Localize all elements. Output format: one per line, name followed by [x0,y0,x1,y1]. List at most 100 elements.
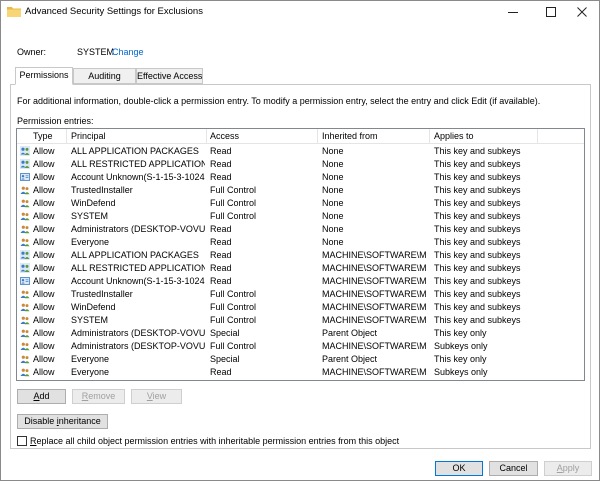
column-divider[interactable] [317,129,318,143]
group-users-icon [20,250,30,260]
column-header-applies-to[interactable]: Applies to [434,131,474,141]
row-type: Allow [33,172,55,182]
column-divider[interactable] [66,129,67,143]
row-applies-to: This key only [434,328,487,338]
column-header-type[interactable]: Type [33,131,53,141]
replace-child-permissions-checkbox[interactable] [17,436,27,446]
table-row[interactable]: Allow Everyone Read MACHINE\SOFTWARE\Micr..… [17,366,584,379]
group-users-icon [20,146,30,156]
row-inherited-from: None [322,237,344,247]
row-access: Full Control [210,211,257,221]
user-icon [20,185,30,195]
replace-child-permissions-label[interactable]: Replace all child object permission entr… [30,436,399,446]
row-principal: ALL RESTRICTED APPLICATION PAC... [71,159,205,169]
close-icon [577,7,587,17]
table-row[interactable]: Allow Everyone Special Parent Object This ke… [17,353,584,366]
row-access: Full Control [210,341,257,351]
add-button[interactable]: Add [17,389,66,404]
row-applies-to: This key and subkeys [434,263,521,273]
table-row[interactable]: Allow Administrators (DESKTOP-VOVU52... Sp… [17,327,584,340]
row-access: Read [210,146,232,156]
tab-auditing[interactable]: Auditing [73,68,136,84]
close-button[interactable] [565,1,599,23]
user-icon [20,289,30,299]
row-type: Allow [33,289,55,299]
tab-effective-access[interactable]: Effective Access [136,68,203,84]
table-row[interactable]: Allow ALL APPLICATION PACKAGES Read None Thi… [17,145,584,158]
change-owner-link[interactable]: Change [112,47,144,57]
table-row[interactable]: Allow Account Unknown(S-1-15-3-1024-3... R… [17,171,584,184]
disable-inheritance-button[interactable]: Disable inheritance [17,414,108,429]
table-row[interactable]: Allow Account Unknown(S-1-15-3-1024-3... R… [17,275,584,288]
cancel-button[interactable]: Cancel [489,461,538,476]
tab-permissions[interactable]: Permissions [15,67,73,85]
maximize-button[interactable] [534,1,568,23]
column-header-inherited-from[interactable]: Inherited from [322,131,378,141]
table-row[interactable]: Allow WinDefend Full Control None This key a… [17,197,584,210]
table-row[interactable]: Allow SYSTEM Full Control MACHINE\SOFTWARE\… [17,314,584,327]
row-applies-to: Subkeys only [434,367,488,377]
row-inherited-from: MACHINE\SOFTWARE\Micr... [322,289,427,299]
table-row[interactable]: Allow TrustedInstaller Full Control MACHINE… [17,288,584,301]
row-inherited-from: Parent Object [322,354,378,364]
row-access: Read [210,159,232,169]
ok-button[interactable]: OK [435,461,483,476]
row-principal: SYSTEM [71,315,109,325]
row-type: Allow [33,315,55,325]
user-icon [20,198,30,208]
table-row[interactable]: Allow Everyone Read None This key and subkey… [17,236,584,249]
row-access: Full Control [210,289,257,299]
column-header-principal[interactable]: Principal [71,131,106,141]
minimize-button[interactable] [496,1,530,23]
user-icon [20,341,30,351]
table-row[interactable]: Allow Administrators (DESKTOP-VOVU52... Re… [17,223,584,236]
row-principal: Administrators (DESKTOP-VOVU52... [71,341,205,351]
list-rows: Allow ALL APPLICATION PACKAGES Read None Thi… [17,145,584,379]
title-bar[interactable]: Advanced Security Settings for Exclusion… [1,1,599,23]
row-access: Read [210,263,232,273]
view-button[interactable]: View [131,389,182,404]
column-divider[interactable] [537,129,538,143]
user-icon [20,367,30,377]
apply-button[interactable]: Apply [544,461,592,476]
row-type: Allow [33,354,55,364]
row-type: Allow [33,198,55,208]
table-row[interactable]: Allow WinDefend Full Control MACHINE\SOFTWA… [17,301,584,314]
row-applies-to: This key only [434,354,487,364]
row-inherited-from: MACHINE\SOFTWARE\Micr... [322,302,427,312]
owner-label: Owner: [17,47,47,57]
row-type: Allow [33,276,55,286]
row-applies-to: This key and subkeys [434,211,521,221]
folder-icon [7,7,21,17]
table-row[interactable]: Allow SYSTEM Full Control None This key and … [17,210,584,223]
table-row[interactable]: Allow Administrators (DESKTOP-VOVU52... Fu… [17,340,584,353]
row-access: Full Control [210,198,257,208]
row-principal: Account Unknown(S-1-15-3-1024-3... [71,172,205,182]
row-type: Allow [33,250,55,260]
row-principal: ALL APPLICATION PACKAGES [71,146,199,156]
row-type: Allow [33,211,55,221]
table-row[interactable]: Allow ALL RESTRICTED APPLICATION PAC... Re… [17,262,584,275]
permission-entries-list[interactable]: Type Principal Access Inherited from App… [16,128,585,381]
remove-button[interactable]: Remove [72,389,125,404]
row-access: Read [210,224,232,234]
user-icon [20,315,30,325]
column-divider[interactable] [429,129,430,143]
column-header-access[interactable]: Access [210,131,239,141]
table-row[interactable]: Allow TrustedInstaller Full Control None Thi… [17,184,584,197]
row-type: Allow [33,237,55,247]
row-access: Full Control [210,185,257,195]
user-icon [20,224,30,234]
row-applies-to: This key and subkeys [434,159,521,169]
row-type: Allow [33,159,55,169]
row-type: Allow [33,263,55,273]
row-principal: WinDefend [71,302,116,312]
table-row[interactable]: Allow ALL RESTRICTED APPLICATION PAC... Re… [17,158,584,171]
row-inherited-from: None [322,211,344,221]
table-row[interactable]: Allow ALL APPLICATION PACKAGES Read MACHINE… [17,249,584,262]
minimize-icon [508,12,518,13]
user-icon [20,354,30,364]
row-access: Read [210,367,232,377]
column-divider[interactable] [206,129,207,143]
row-type: Allow [33,302,55,312]
